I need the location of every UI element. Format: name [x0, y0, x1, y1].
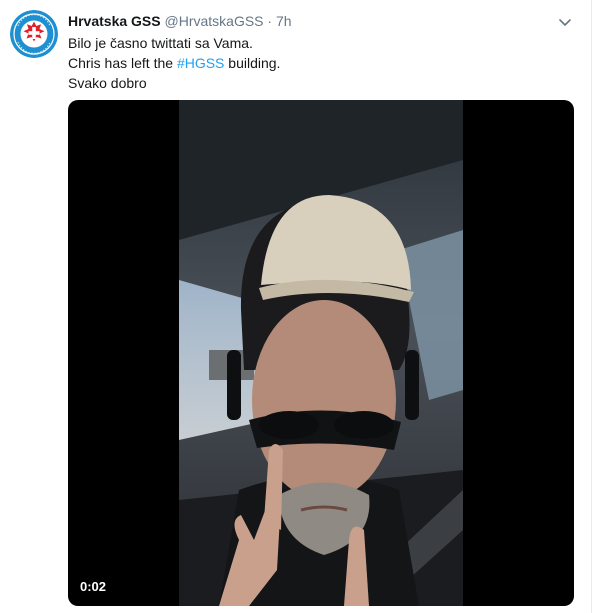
- tweet-card[interactable]: Hrvatska GSS @HrvatskaGSS · 7h Bilo je č…: [0, 0, 592, 613]
- tweet-text-line: Svako dobro: [68, 75, 147, 91]
- chevron-down-icon: [559, 19, 571, 26]
- separator-dot: ·: [267, 13, 273, 29]
- tweet-text-segment: building.: [224, 55, 281, 71]
- tweet-text: Bilo je časno twittati sa Vama. Chris ha…: [68, 33, 571, 93]
- tweet-text-line: Bilo je časno twittati sa Vama.: [68, 35, 253, 51]
- video-duration: 0:02: [80, 579, 107, 594]
- user-handle[interactable]: @HrvatskaGSS: [165, 13, 264, 29]
- timestamp[interactable]: 7h: [276, 13, 292, 29]
- tweet-header: Hrvatska GSS @HrvatskaGSS · 7h: [68, 12, 551, 31]
- avatar[interactable]: [10, 10, 58, 58]
- tweet-text-segment: Chris has left the: [68, 55, 177, 71]
- video-player[interactable]: 0:02: [68, 100, 574, 606]
- tweet-text-line: Chris has left the #HGSS building.: [68, 53, 571, 73]
- display-name[interactable]: Hrvatska GSS: [68, 13, 161, 29]
- video-frame: [179, 100, 463, 606]
- hgss-logo-icon: [10, 10, 58, 58]
- hashtag-link[interactable]: #HGSS: [177, 55, 224, 71]
- tweet-menu-button[interactable]: [557, 14, 573, 30]
